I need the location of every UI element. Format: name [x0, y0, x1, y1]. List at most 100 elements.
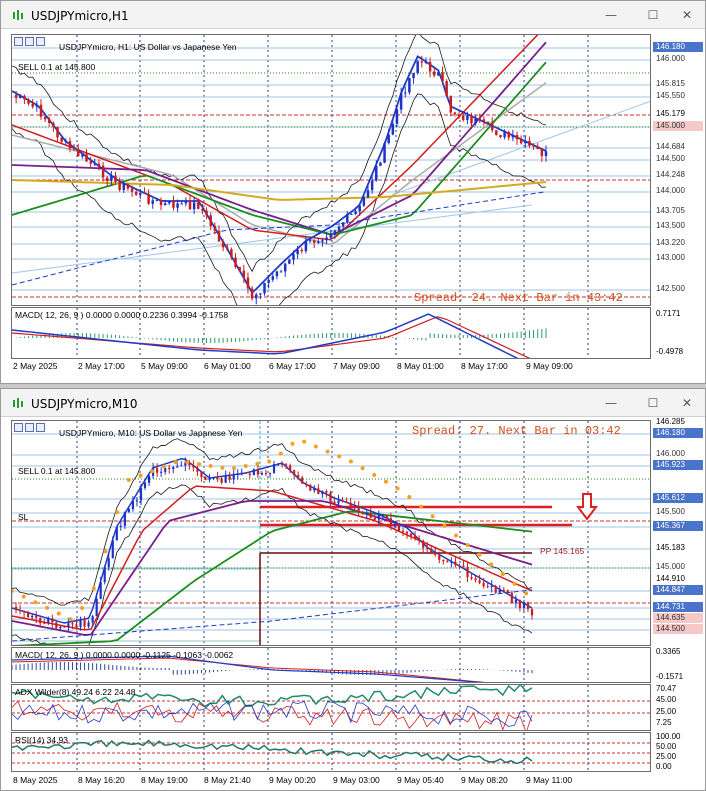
- h1-macd-panel[interactable]: MACD( 12, 26, 9 ) 0.0000 0.0000 0.2236 0…: [11, 307, 651, 359]
- candle-body: [119, 525, 122, 527]
- psar-dot: [243, 464, 248, 469]
- m10-chart-window[interactable]: USDJPYmicro,M10 — ☐ ✕ USDJPYmicro, M10: …: [0, 388, 706, 791]
- close-button[interactable]: ✕: [675, 6, 699, 24]
- chart-menu-button[interactable]: [25, 423, 34, 432]
- candle-body: [518, 599, 522, 609]
- candle-body: [345, 501, 348, 503]
- m10-rsi-plot: [12, 733, 650, 771]
- m10-time-axis[interactable]: 8 May 2025 8 May 16:20 8 May 19:00 8 May…: [11, 775, 705, 789]
- candle-body: [494, 585, 497, 593]
- m10-rsi-panel[interactable]: RSI(14) 34.93: [11, 732, 651, 772]
- candle-body: [197, 202, 200, 209]
- candle-body: [405, 531, 409, 534]
- candle-body: [301, 477, 304, 484]
- h1-chart-window[interactable]: USDJPYmicro,H1 — ☐ ✕ USDJPYmicro, H1: US…: [0, 0, 706, 384]
- candle-body: [296, 249, 299, 255]
- maximize-button[interactable]: ☐: [641, 394, 665, 412]
- candle-body: [408, 78, 411, 93]
- m10-adx-panel[interactable]: ADX Wilder(8) 49.24 6.22 24.48: [11, 684, 651, 731]
- psar-dot: [33, 600, 38, 605]
- candle-body: [147, 193, 150, 204]
- price-label: 144.500: [653, 624, 703, 634]
- sell-arrow-icon: [576, 493, 598, 521]
- candle-body: [486, 121, 490, 124]
- candle-body: [91, 616, 94, 623]
- candle-body: [234, 257, 237, 267]
- psar-dot: [21, 594, 26, 599]
- candle-body: [160, 471, 163, 473]
- candle-body: [64, 141, 68, 143]
- time-label: 9 May 08:20: [461, 775, 508, 785]
- candle-body: [47, 618, 50, 624]
- time-label: 8 May 16:20: [78, 775, 125, 785]
- h1-price-chart[interactable]: USDJPYmicro, H1: US Dollar vs Japanese Y…: [11, 34, 651, 306]
- candle-body: [445, 81, 448, 96]
- candle-body: [216, 477, 219, 479]
- rsi-scale-label: 100.00: [656, 732, 681, 741]
- price-label: 146.000: [656, 449, 685, 458]
- m10-spread-text: Spread: 27. Next Bar in 03:42: [412, 424, 621, 438]
- chart-menu-button[interactable]: [25, 37, 34, 46]
- minimize-button[interactable]: —: [599, 394, 623, 412]
- psar-dot: [489, 562, 494, 567]
- candle-body: [51, 618, 54, 623]
- candle-body: [279, 271, 283, 273]
- h1-price-scale[interactable]: 146.180 146.000 145.815 145.550 145.179 …: [651, 34, 705, 306]
- candle-body: [341, 222, 345, 227]
- candle-body: [83, 619, 86, 627]
- psar-dot: [267, 459, 272, 464]
- chart-menu-button[interactable]: [36, 423, 45, 432]
- candle-body: [134, 191, 138, 195]
- candle-body: [212, 477, 215, 479]
- candle-body: [329, 492, 332, 502]
- close-button[interactable]: ✕: [675, 394, 699, 412]
- price-label: 145.500: [656, 507, 685, 516]
- candle-body: [280, 463, 284, 465]
- m10-macd-panel[interactable]: MACD( 12, 26, 9 ) 0.0000 0.0000 -0.1125 …: [11, 647, 651, 683]
- candle-body: [85, 154, 88, 162]
- m10-price-scale[interactable]: 146.285 146.180 146.000 145.923 145.612 …: [651, 417, 705, 646]
- candle-body: [389, 518, 393, 527]
- psar-dot: [512, 581, 517, 586]
- macd-scale-label: -0.1571: [656, 672, 684, 681]
- psar-dot: [12, 589, 14, 593]
- candle-body: [289, 465, 292, 471]
- psar-dot: [442, 523, 447, 528]
- chart-app-icon: [13, 10, 23, 20]
- candle-body: [470, 115, 473, 124]
- candle-body: [168, 201, 171, 204]
- time-label: 8 May 21:40: [204, 775, 251, 785]
- candle-body: [75, 624, 78, 627]
- chart-menu-button[interactable]: [14, 37, 23, 46]
- candle-body: [156, 468, 159, 473]
- h1-chart-caption: USDJPYmicro, H1: US Dollar vs Japanese Y…: [59, 42, 237, 52]
- trend-line: [12, 204, 533, 274]
- candle-body: [126, 184, 130, 189]
- candle-body: [478, 118, 482, 120]
- chart-menu-button[interactable]: [14, 423, 23, 432]
- price-label: 145.183: [656, 543, 685, 552]
- candle-body: [308, 240, 312, 242]
- candle-body: [252, 469, 255, 475]
- chart-menu-button[interactable]: [36, 37, 45, 46]
- maximize-button[interactable]: ☐: [641, 6, 665, 24]
- candle-body: [329, 234, 332, 238]
- minimize-button[interactable]: —: [599, 6, 623, 24]
- candle-body: [532, 145, 535, 147]
- h1-window-title: USDJPYmicro,H1: [31, 9, 129, 23]
- time-label: 9 May 11:00: [526, 775, 573, 785]
- psar-dot: [395, 486, 400, 491]
- candle-body: [313, 488, 316, 491]
- rsi-scale-label: 25.00: [656, 752, 677, 761]
- price-label: 144.731: [653, 602, 703, 612]
- price-label: 146.285: [656, 417, 685, 426]
- h1-time-axis[interactable]: 2 May 2025 2 May 17:00 5 May 09:00 6 May…: [11, 361, 705, 375]
- candle-body: [43, 116, 47, 120]
- m10-titlebar[interactable]: USDJPYmicro,M10 — ☐ ✕: [1, 389, 705, 417]
- m10-price-chart[interactable]: USDJPYmicro, M10: US Dollar vs Japanese …: [11, 420, 651, 646]
- candle-body: [540, 149, 544, 156]
- candle-body: [180, 465, 183, 467]
- h1-titlebar[interactable]: USDJPYmicro,H1 — ☐ ✕: [1, 1, 705, 29]
- psar-dot: [80, 606, 85, 611]
- psar-dot: [220, 465, 225, 470]
